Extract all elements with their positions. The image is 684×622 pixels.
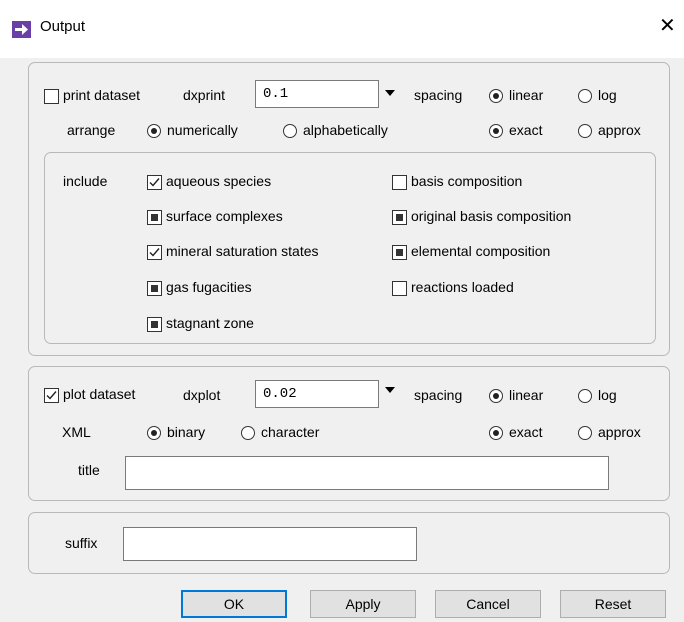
dxplot-dropdown-icon[interactable] bbox=[385, 387, 395, 393]
dxplot-label: dxplot bbox=[183, 387, 221, 403]
arrange-label: arrange bbox=[67, 122, 116, 138]
dxplot-combo[interactable]: 0.02 bbox=[255, 380, 379, 408]
checkbox-box[interactable] bbox=[44, 89, 59, 104]
print-spacing-label: spacing bbox=[414, 87, 463, 103]
dxprint-label: dxprint bbox=[183, 87, 226, 103]
title-input[interactable] bbox=[125, 456, 609, 490]
checkbox-label: surface complexes bbox=[166, 208, 283, 224]
checkbox-label: original basis composition bbox=[411, 208, 572, 224]
ok-button[interactable]: OK bbox=[181, 590, 287, 618]
checkbox-label: basis composition bbox=[411, 173, 523, 189]
checkbox-label: elemental composition bbox=[411, 243, 551, 259]
checkbox-label: gas fugacities bbox=[166, 279, 252, 295]
apply-button[interactable]: Apply bbox=[310, 590, 416, 618]
plot-dataset-label: plot dataset bbox=[63, 386, 136, 402]
suffix-input[interactable] bbox=[123, 527, 417, 561]
print-dataset-label: print dataset bbox=[63, 87, 141, 103]
radio-label: numerically bbox=[167, 122, 238, 138]
radio-label: exact bbox=[509, 122, 543, 138]
radio-label: binary bbox=[167, 424, 206, 440]
window-title: Output bbox=[40, 18, 86, 35]
close-icon[interactable]: ✕ bbox=[659, 16, 676, 36]
app-icon bbox=[12, 21, 31, 38]
title-label: title bbox=[78, 462, 100, 478]
checkbox-label: aqueous species bbox=[166, 173, 272, 189]
dxprint-value: 0.1 bbox=[263, 86, 289, 102]
include-label: include bbox=[63, 173, 108, 189]
radio-label: exact bbox=[509, 424, 543, 440]
plot-spacing-label: spacing bbox=[414, 387, 463, 403]
radio-label: linear bbox=[509, 387, 544, 403]
suffix-label: suffix bbox=[65, 535, 98, 551]
checkbox-label: mineral saturation states bbox=[166, 243, 319, 259]
checkbox-label: stagnant zone bbox=[166, 315, 254, 331]
radio-label: character bbox=[261, 424, 320, 440]
dxprint-dropdown-icon[interactable] bbox=[385, 90, 395, 96]
radio-label: approx bbox=[598, 424, 641, 440]
radio-label: log bbox=[598, 387, 617, 403]
cancel-button[interactable]: Cancel bbox=[435, 590, 541, 618]
xml-label: XML bbox=[62, 424, 91, 440]
radio-label: linear bbox=[509, 87, 544, 103]
checkbox-label: reactions loaded bbox=[411, 279, 514, 295]
include-group bbox=[44, 152, 656, 344]
title-bar: Output ✕ bbox=[0, 0, 684, 58]
radio-label: log bbox=[598, 87, 617, 103]
radio-label: alphabetically bbox=[303, 122, 388, 138]
dxprint-combo[interactable]: 0.1 bbox=[255, 80, 379, 108]
reset-button[interactable]: Reset bbox=[560, 590, 666, 618]
dxplot-value: 0.02 bbox=[263, 386, 297, 402]
radio-label: approx bbox=[598, 122, 641, 138]
